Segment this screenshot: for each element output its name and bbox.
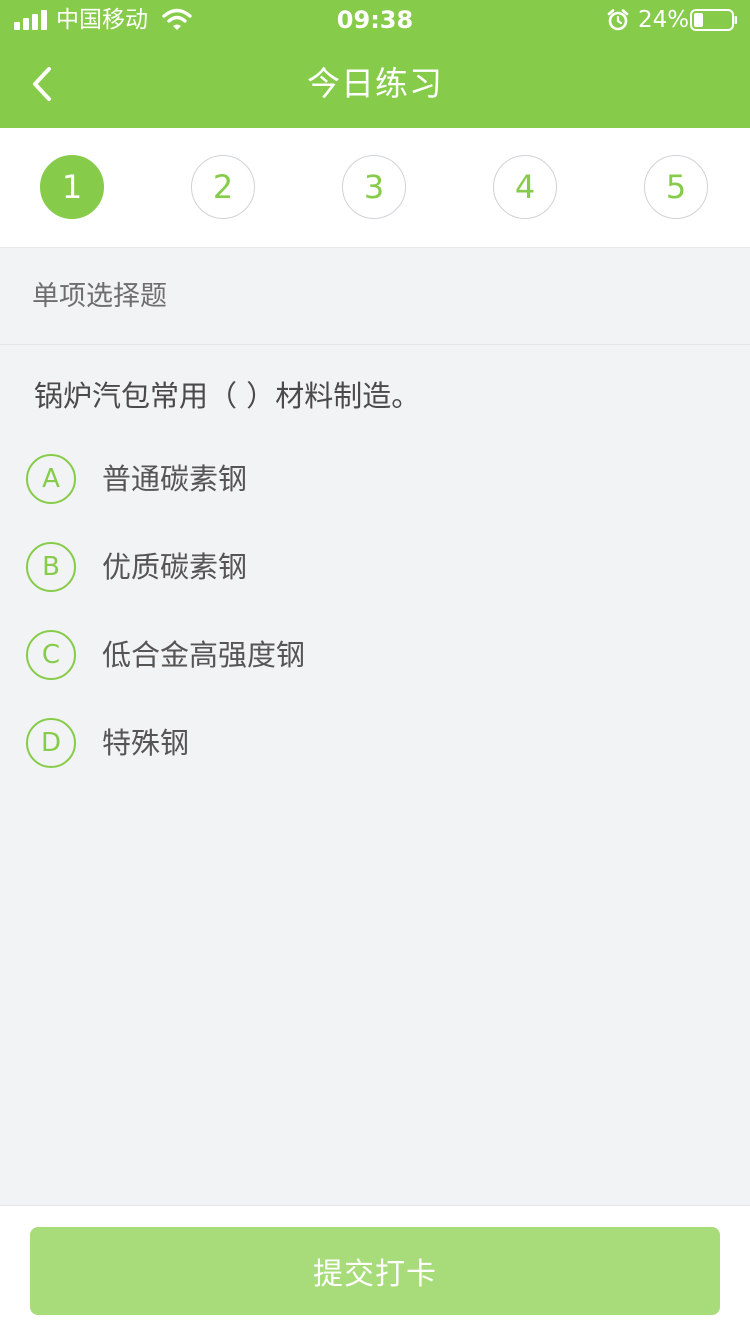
submit-checkin-button[interactable]: 提交打卡: [30, 1227, 720, 1315]
battery-percentage: 24%: [638, 7, 690, 33]
status-bar: 中国移动 09:38 24%: [0, 0, 750, 40]
question-tabs: 1 2 3 4 5: [0, 128, 750, 248]
question-tab-5[interactable]: 5: [644, 155, 708, 219]
option-text: 特殊钢: [102, 726, 190, 760]
question-tab-3[interactable]: 3: [342, 155, 406, 219]
option-text: 优质碳素钢: [102, 550, 248, 584]
question-tab-4[interactable]: 4: [493, 155, 557, 219]
footer-bar: 提交打卡: [0, 1205, 750, 1335]
app-header: 中国移动 09:38 24% 今日练习: [0, 0, 750, 128]
alarm-icon: [607, 9, 629, 31]
option-a[interactable]: A 普通碳素钢: [26, 454, 716, 504]
option-letter: D: [26, 718, 76, 768]
option-letter: B: [26, 542, 76, 592]
question-type-header: 单项选择题: [0, 248, 750, 345]
battery-icon: [690, 9, 737, 31]
question-tab-2[interactable]: 2: [191, 155, 255, 219]
nav-bar: 今日练习: [0, 40, 750, 128]
question-tab-1[interactable]: 1: [40, 155, 104, 219]
option-text: 普通碳素钢: [102, 462, 248, 496]
option-b[interactable]: B 优质碳素钢: [26, 542, 716, 592]
question-text: 锅炉汽包常用（ ）材料制造。: [34, 379, 421, 413]
page-title: 今日练习: [307, 64, 443, 103]
question-type-label: 单项选择题: [32, 281, 167, 312]
option-letter: A: [26, 454, 76, 504]
option-text: 低合金高强度钢: [102, 638, 306, 672]
option-d[interactable]: D 特殊钢: [26, 718, 716, 768]
option-letter: C: [26, 630, 76, 680]
option-c[interactable]: C 低合金高强度钢: [26, 630, 716, 680]
